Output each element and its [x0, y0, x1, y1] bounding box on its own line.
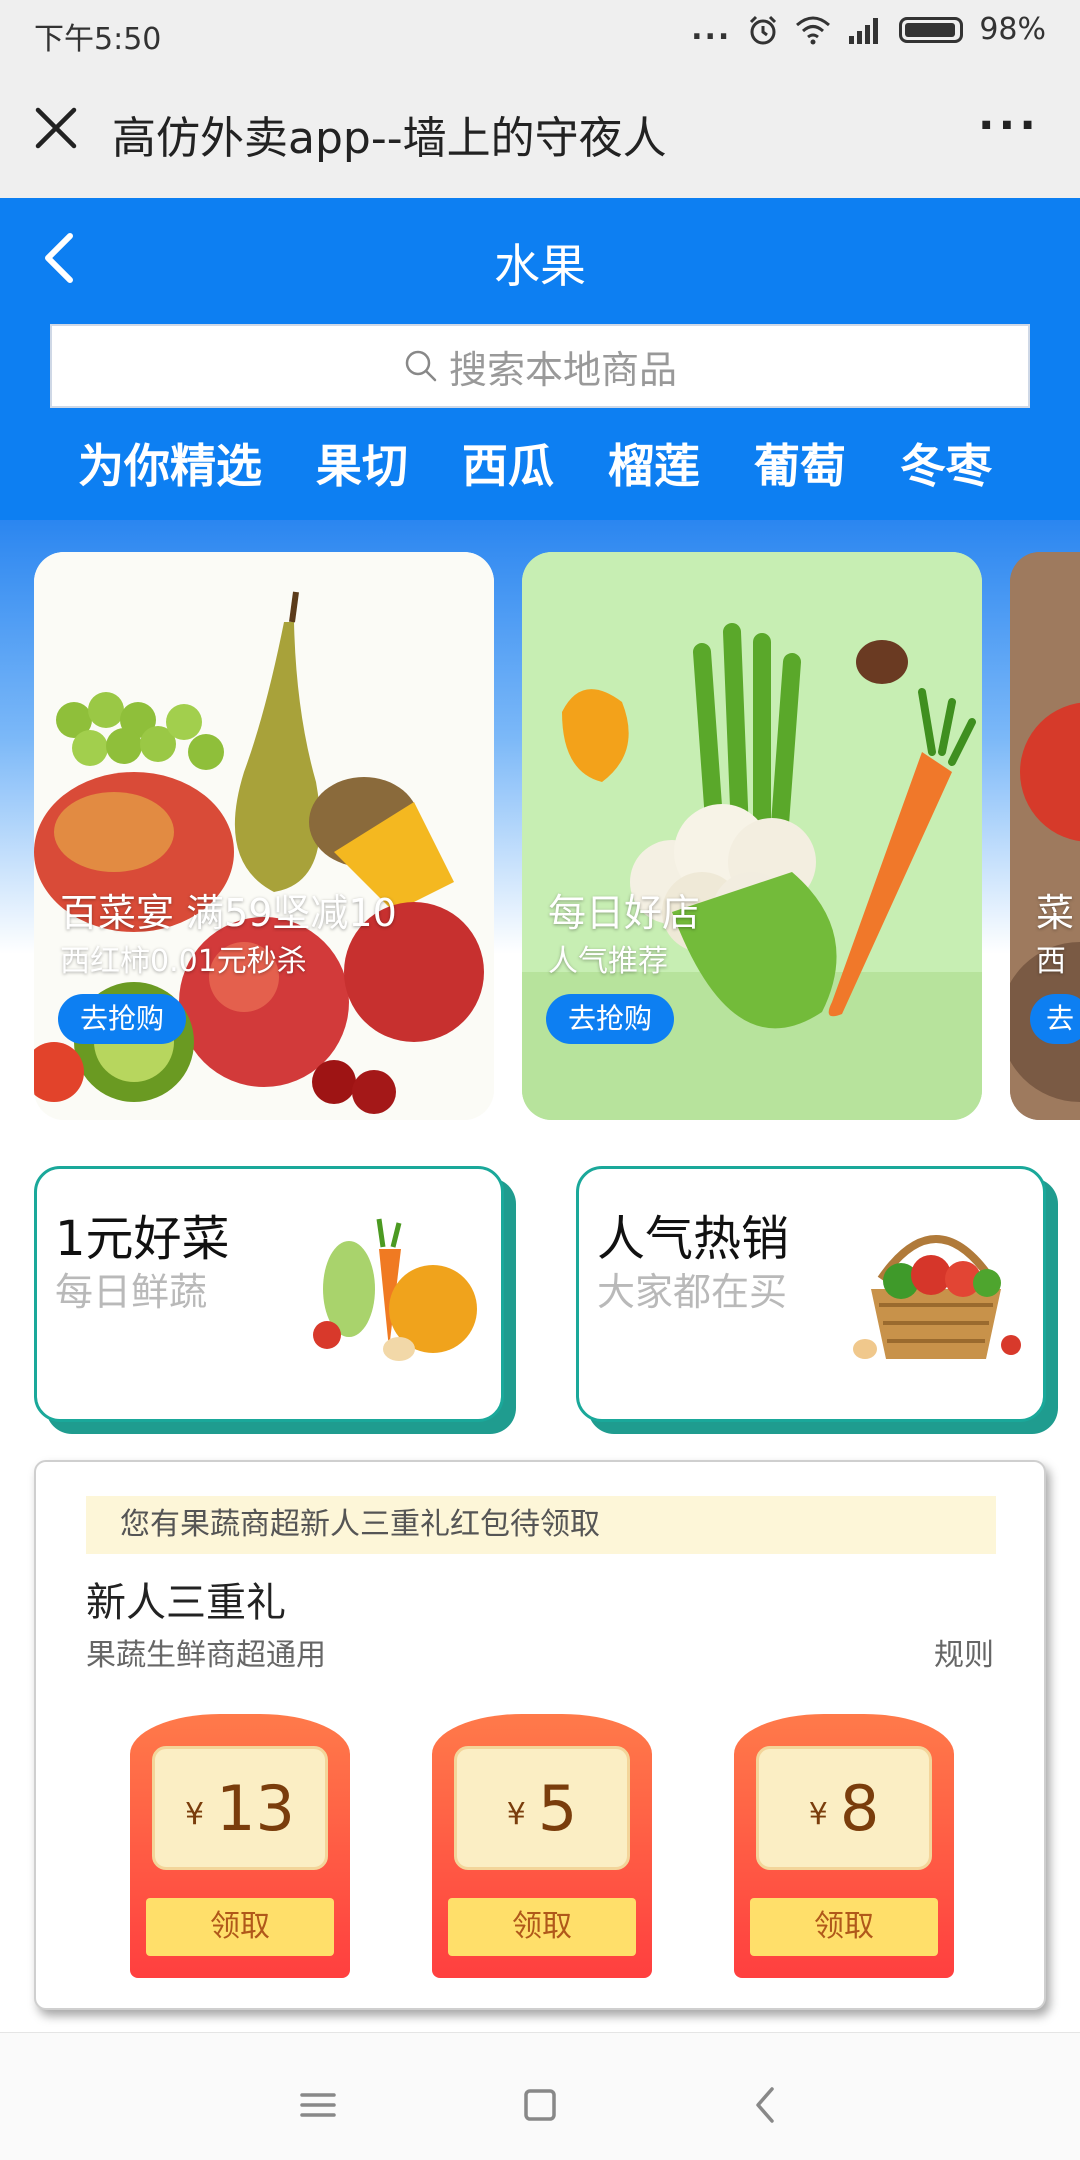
close-icon[interactable]: [30, 102, 82, 154]
signal-icon: [849, 17, 879, 44]
banner-card-vegetable[interactable]: 每日好店 人气推荐 去抢购: [522, 552, 982, 1120]
new-user-gift-section: 您有果蔬商超新人三重礼红包待领取 新人三重礼 果蔬生鲜商超通用 规则 ¥ 13 …: [34, 1460, 1046, 2010]
category-tabs: 为你精选 果切 西瓜 榴莲 葡萄 冬枣: [78, 430, 992, 496]
system-nav-bar: [0, 2032, 1080, 2160]
banner-subline: 西: [1036, 944, 1066, 979]
promo-title: 人气热销: [597, 1211, 790, 1267]
coupon-amount: 5: [537, 1771, 578, 1845]
tab-grape[interactable]: 葡萄: [754, 430, 846, 496]
status-bar: 下午5:50 ... 98%: [0, 0, 1080, 66]
coupon-ticket: ¥ 8: [756, 1746, 932, 1870]
rules-link[interactable]: 规则: [934, 1630, 994, 1674]
currency-symbol: ¥: [185, 1796, 205, 1832]
currency-symbol: ¥: [506, 1796, 526, 1832]
grab-button[interactable]: 去抢购: [546, 994, 675, 1044]
basket-image: [853, 1235, 1021, 1359]
more-menu-button[interactable]: ···: [978, 100, 1040, 151]
battery-icon: [899, 16, 964, 43]
tab-cut-fruit[interactable]: 果切: [316, 430, 408, 496]
home-icon[interactable]: [510, 2075, 570, 2135]
status-time: 下午5:50: [34, 22, 162, 57]
grab-button[interactable]: 去: [1030, 994, 1080, 1044]
banner-headline: 百菜宴 满59坚减10: [60, 891, 397, 935]
category-header: 水果 搜索本地商品 为你精选 果切 西瓜 榴莲 葡萄 冬枣: [0, 198, 1080, 520]
banner-headline: 每日好店: [548, 891, 701, 935]
battery-level: 98%: [979, 12, 1046, 47]
banner-card-partial[interactable]: 菜 西 去: [1010, 552, 1080, 1120]
tab-durian[interactable]: 榴莲: [608, 430, 700, 496]
banner-subline: 人气推荐: [548, 944, 668, 979]
claim-button[interactable]: 领取: [448, 1898, 636, 1956]
coupon-amount: 8: [839, 1771, 880, 1845]
back-nav-icon[interactable]: [736, 2075, 796, 2135]
gift-subtitle: 果蔬生鲜商超通用: [86, 1638, 326, 1673]
grab-button[interactable]: 去抢购: [58, 994, 187, 1044]
promo-subtitle: 每日鲜蔬: [55, 1270, 208, 1314]
coupon-ticket: ¥ 5: [454, 1746, 630, 1870]
coupon-ticket: ¥ 13: [152, 1746, 328, 1870]
banner-card-fruit[interactable]: 百菜宴 满59坚减10 西红柿0.01元秒杀 去抢购: [34, 552, 494, 1120]
wifi-icon: [796, 16, 831, 44]
menu-icon[interactable]: [288, 2075, 348, 2135]
gift-notice: 您有果蔬商超新人三重礼红包待领取: [86, 1496, 996, 1554]
promo-subtitle: 大家都在买: [597, 1270, 788, 1314]
promo-hot-sales[interactable]: 人气热销 大家都在买: [576, 1166, 1046, 1422]
coupon-amount: 13: [216, 1771, 295, 1845]
gift-title: 新人三重礼: [86, 1580, 286, 1626]
currency-symbol: ¥: [808, 1796, 828, 1832]
tab-winter-jujube[interactable]: 冬枣: [900, 430, 992, 496]
status-icons: ... 98%: [691, 12, 1046, 47]
vegetables-image: [313, 1218, 477, 1361]
tab-recommended[interactable]: 为你精选: [78, 430, 262, 496]
category-tabs-viewport: 为你精选 果切 西瓜 榴莲 葡萄 冬枣: [0, 198, 1034, 520]
promo-title: 1元好菜: [55, 1211, 230, 1267]
title-bar: 高仿外卖app--墙上的守夜人 ···: [0, 66, 1080, 198]
page-title-bar: 高仿外卖app--墙上的守夜人: [112, 113, 667, 164]
red-packet-5[interactable]: ¥ 5 领取: [432, 1714, 652, 1978]
claim-button[interactable]: 领取: [146, 1898, 334, 1956]
tab-watermelon[interactable]: 西瓜: [462, 430, 554, 496]
promo-cheap-vegetables[interactable]: 1元好菜 每日鲜蔬: [34, 1166, 504, 1422]
banner-subline: 西红柿0.01元秒杀: [60, 944, 307, 979]
red-packet-13[interactable]: ¥ 13 领取: [130, 1714, 350, 1978]
claim-button[interactable]: 领取: [750, 1898, 938, 1956]
alarm-icon: [750, 15, 777, 44]
notification-dots: ...: [691, 12, 732, 47]
banner-headline: 菜: [1036, 891, 1075, 935]
red-packet-8[interactable]: ¥ 8 领取: [734, 1714, 954, 1978]
